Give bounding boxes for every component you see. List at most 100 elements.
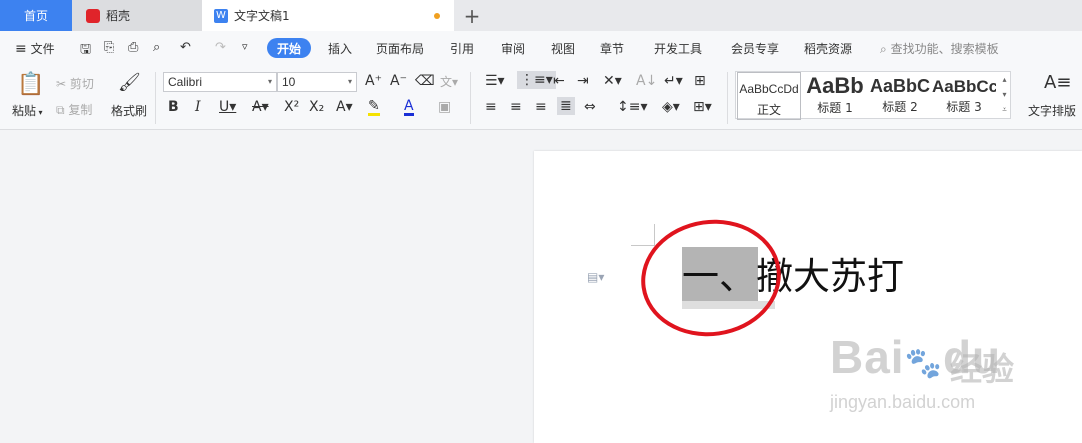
tab-daoke[interactable]: 稻壳	[72, 0, 202, 31]
font-name-select[interactable]: Calibri ▾	[163, 72, 277, 92]
underline-icon[interactable]: U▾	[219, 99, 236, 115]
menu-view[interactable]: 视图	[551, 40, 575, 57]
tab-document-label: 文字文稿1	[234, 9, 290, 23]
menu-daoke-resources[interactable]: 稻壳资源	[804, 40, 852, 57]
chevron-down-icon[interactable]: ▿	[242, 40, 248, 53]
style-normal-sample: AaBbCcDd	[739, 82, 799, 96]
highlight-icon[interactable]: ✎	[368, 99, 380, 116]
search-icon: ⌕	[880, 42, 887, 56]
bullet-list-icon[interactable]: ☰▾	[485, 73, 505, 89]
menu-file[interactable]: ≡ 文件	[15, 40, 55, 57]
font-size-select[interactable]: 10 ▾	[277, 72, 357, 92]
justify-icon[interactable]: ≣	[557, 97, 575, 115]
chevron-down-icon: ▾	[1002, 90, 1007, 99]
font-name-value: Calibri	[168, 75, 203, 89]
shading-icon[interactable]: ◈▾	[662, 99, 680, 115]
clipboard-icon[interactable]: 📋	[17, 72, 44, 97]
print-icon[interactable]: ⎙	[128, 40, 138, 55]
font-size-value: 10	[282, 75, 296, 89]
undo-icon[interactable]: ↶	[180, 40, 191, 55]
bold-icon[interactable]: B	[168, 99, 179, 115]
menu-references[interactable]: 引用	[450, 40, 474, 57]
subscript-icon[interactable]: X₂	[309, 99, 324, 115]
style-heading-1[interactable]: AaBb 标题 1	[802, 72, 868, 120]
style-heading-1-name: 标题 1	[817, 101, 853, 115]
menu-developer[interactable]: 开发工具	[654, 40, 702, 57]
print-preview-icon[interactable]: ⌕	[153, 40, 160, 55]
format-painter-icon[interactable]: 🖌	[118, 72, 141, 93]
menu-review[interactable]: 审阅	[501, 40, 525, 57]
format-painter-button[interactable]: 格式刷	[111, 102, 147, 119]
divider	[470, 72, 471, 124]
unsaved-dot-icon	[434, 13, 440, 19]
chevron-up-icon: ▴	[1002, 75, 1007, 84]
copy-icon: ⧉	[56, 103, 65, 117]
borders-icon[interactable]: ⊞▾	[693, 99, 712, 115]
phonetic-guide-icon[interactable]: 文▾	[440, 73, 458, 90]
feature-search[interactable]: ⌕ 查找功能、搜索模板	[880, 40, 999, 57]
style-heading-2[interactable]: AaBbC 标题 2	[868, 72, 932, 120]
gallery-scroll[interactable]: ▴ ▾ ⩡	[998, 72, 1011, 118]
chevron-down-icon: ▾	[36, 108, 43, 117]
italic-icon[interactable]: I	[195, 99, 201, 115]
watermark: Bai🐾du 经验 jingyan.baidu.com	[830, 330, 1030, 420]
paste-label: 粘贴	[12, 104, 37, 118]
distributed-icon[interactable]: ⇔	[584, 99, 596, 115]
font-color-icon[interactable]: A	[404, 99, 414, 116]
superscript-icon[interactable]: X²	[284, 99, 299, 115]
styles-gallery: AaBbCcDd 正文 AaBb 标题 1 AaBbC 标题 2 AaBbCc …	[735, 71, 1011, 120]
watermark-cn: 经验	[950, 350, 1015, 388]
text-layout-icon[interactable]: A≡	[1044, 72, 1071, 93]
margin-corner-mark	[631, 224, 655, 246]
increase-indent-icon[interactable]: ⇥	[577, 73, 589, 89]
strikethrough-icon[interactable]: A▾	[252, 99, 269, 115]
line-spacing-icon[interactable]: ↕≡▾	[617, 99, 648, 115]
grow-font-icon[interactable]: A⁺	[365, 73, 382, 89]
save-icon[interactable]: 🖫	[80, 40, 91, 62]
sort-icon[interactable]: ↵▾	[664, 73, 683, 89]
chinese-layout-icon[interactable]: ✕▾	[603, 73, 622, 89]
decrease-indent-icon[interactable]: ⇤	[553, 73, 565, 89]
menu-file-label: 文件	[30, 42, 55, 56]
clear-format-icon[interactable]: ⌫	[415, 73, 435, 89]
paragraph-menu-icon[interactable]: ▤▾	[587, 270, 604, 284]
cut-button[interactable]: ✂ 剪切	[56, 75, 94, 92]
daoke-logo-icon	[86, 8, 100, 23]
align-left-icon[interactable]: ≡	[485, 99, 497, 115]
tab-document[interactable]: W 文字文稿1	[202, 0, 454, 31]
shrink-font-icon[interactable]: A⁻	[390, 73, 407, 89]
style-heading-3[interactable]: AaBbCc 标题 3	[932, 72, 996, 120]
tab-home[interactable]: 首页	[0, 0, 72, 31]
divider	[727, 72, 728, 124]
menu-section[interactable]: 章节	[600, 40, 624, 57]
hamburger-icon: ≡	[15, 41, 27, 57]
menu-member[interactable]: 会员专享	[731, 40, 779, 57]
text-layout-button[interactable]: 文字排版	[1028, 102, 1076, 119]
copy-button[interactable]: ⧉ 复制	[56, 101, 92, 118]
divider	[155, 72, 156, 124]
export-pdf-icon[interactable]: ⎘	[104, 40, 114, 55]
paste-button[interactable]: 粘贴 ▾	[12, 102, 43, 119]
new-tab-button[interactable]: +	[458, 0, 486, 31]
menu-start-label: 开始	[276, 41, 301, 56]
tab-daoke-label: 稻壳	[106, 9, 131, 23]
chevron-down-icon: ▾	[267, 77, 272, 86]
redo-icon[interactable]: ↷	[215, 40, 226, 55]
text-direction-icon[interactable]: A↓	[636, 73, 657, 89]
style-heading-2-name: 标题 2	[882, 100, 918, 114]
numbered-list-icon[interactable]: ⋮≡▾	[517, 71, 556, 89]
style-heading-1-sample: AaBb	[806, 73, 864, 98]
show-marks-icon[interactable]: ⊞	[694, 73, 706, 89]
char-border-icon[interactable]: ▣	[438, 99, 451, 115]
align-center-icon[interactable]: ≡	[510, 99, 522, 115]
paw-icon: 🐾	[904, 347, 943, 380]
menu-page-layout[interactable]: 页面布局	[376, 40, 424, 57]
plus-icon: +	[463, 3, 481, 28]
expand-gallery-icon: ⩡	[1002, 105, 1007, 114]
menu-insert[interactable]: 插入	[328, 40, 352, 57]
style-normal[interactable]: AaBbCcDd 正文	[737, 72, 801, 120]
text-effect-icon[interactable]: A▾	[336, 99, 353, 115]
menu-start[interactable]: 开始	[267, 38, 311, 58]
style-heading-2-sample: AaBbC	[869, 76, 930, 96]
align-right-icon[interactable]: ≡	[535, 99, 547, 115]
